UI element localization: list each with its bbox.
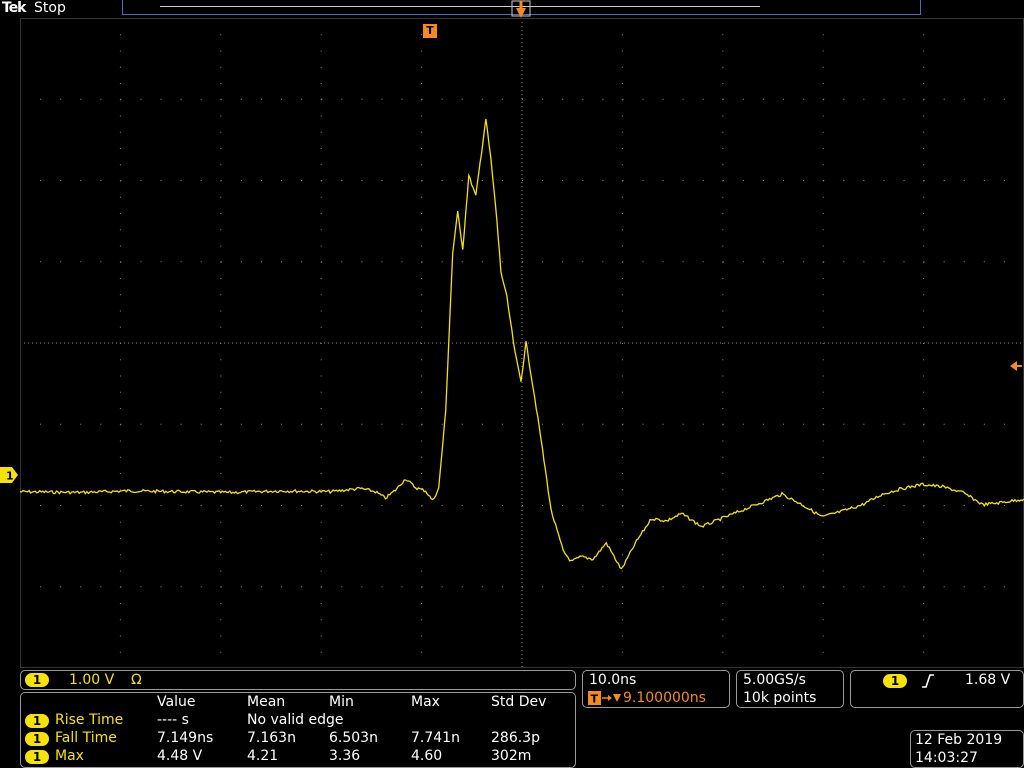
meas-channel-badge: 1	[25, 732, 49, 746]
meas-mean: 7.163n	[247, 730, 296, 746]
trigger-panel[interactable]: 1 1.68 V	[850, 670, 1024, 708]
waveform-graticule	[20, 18, 1024, 668]
channel1-badge: 1	[25, 673, 49, 687]
meas-name: Rise Time	[55, 712, 124, 728]
timebase-panel[interactable]: 10.0ns T 9.100000ns	[582, 670, 730, 708]
meas-std-dev: 302m	[491, 748, 532, 764]
trigger-source-badge: 1	[883, 674, 907, 688]
meas-header-mean: Mean	[247, 694, 286, 710]
channel1-readout-panel[interactable]: 1 1.00 V Ω	[20, 670, 576, 690]
top-status-bar: Tek Stop	[0, 0, 1024, 18]
trigger-level-arrow-icon[interactable]	[1010, 360, 1022, 372]
graticule-grid	[20, 18, 1024, 668]
time: 14:03:27	[915, 750, 978, 766]
trigger-level: 1.68 V	[965, 672, 1011, 688]
timebase-scale: 10.0ns	[589, 672, 637, 688]
svg-text:1: 1	[6, 470, 14, 483]
meas-header-std-dev: Std Dev	[491, 694, 547, 710]
meas-channel-badge: 1	[25, 750, 49, 764]
meas-std-dev: 286.3p	[491, 730, 540, 746]
channel1-scale: 1.00 V	[69, 672, 115, 688]
trigger-position-icon	[511, 0, 531, 18]
measurements-panel[interactable]: Value Mean Min Max Std Dev 1 Rise Time -…	[20, 692, 576, 768]
date: 12 Feb 2019	[915, 732, 1003, 748]
meas-value: 4.48 V	[157, 748, 203, 764]
trigger-position-arrow-icon: T	[588, 691, 621, 706]
meas-value: 7.149ns	[157, 730, 214, 746]
meas-channel-badge: 1	[25, 714, 49, 728]
meas-max: 4.60	[411, 748, 443, 764]
record-view-line	[160, 6, 760, 7]
svg-text:T: T	[591, 693, 599, 706]
meas-header-value: Value	[157, 694, 196, 710]
sample-rate: 5.00GS/s	[743, 672, 806, 688]
meas-mean: 4.21	[247, 748, 279, 764]
meas-name: Max	[55, 748, 84, 764]
meas-note: No valid edge	[247, 712, 344, 728]
datetime-panel: 12 Feb 2019 14:03:27	[910, 730, 1024, 768]
meas-min: 6.503n	[329, 730, 378, 746]
meas-row-rise-time[interactable]: 1 Rise Time ---- s No valid edge	[21, 712, 575, 730]
meas-header-min: Min	[329, 694, 354, 710]
meas-min: 3.36	[329, 748, 361, 764]
meas-name: Fall Time	[55, 730, 117, 746]
record-length: 10k points	[743, 690, 817, 706]
tek-logo: Tek	[2, 0, 26, 16]
rising-edge-icon	[922, 674, 934, 688]
meas-row-max[interactable]: 1 Max 4.48 V 4.21 3.36 4.60 302m	[21, 748, 575, 766]
meas-header-max: Max	[411, 694, 440, 710]
trigger-position-value: 9.100000ns	[623, 690, 706, 706]
meas-max: 7.741n	[411, 730, 460, 746]
channel1-coupling: Ω	[131, 672, 142, 688]
meas-value: ---- s	[157, 712, 189, 728]
acquisition-panel[interactable]: 5.00GS/s 10k points	[736, 670, 844, 708]
channel1-ground-marker[interactable]: 1	[0, 467, 18, 483]
meas-row-fall-time[interactable]: 1 Fall Time 7.149ns 7.163n 6.503n 7.741n…	[21, 730, 575, 748]
acquisition-run-state[interactable]: Stop	[34, 0, 66, 16]
